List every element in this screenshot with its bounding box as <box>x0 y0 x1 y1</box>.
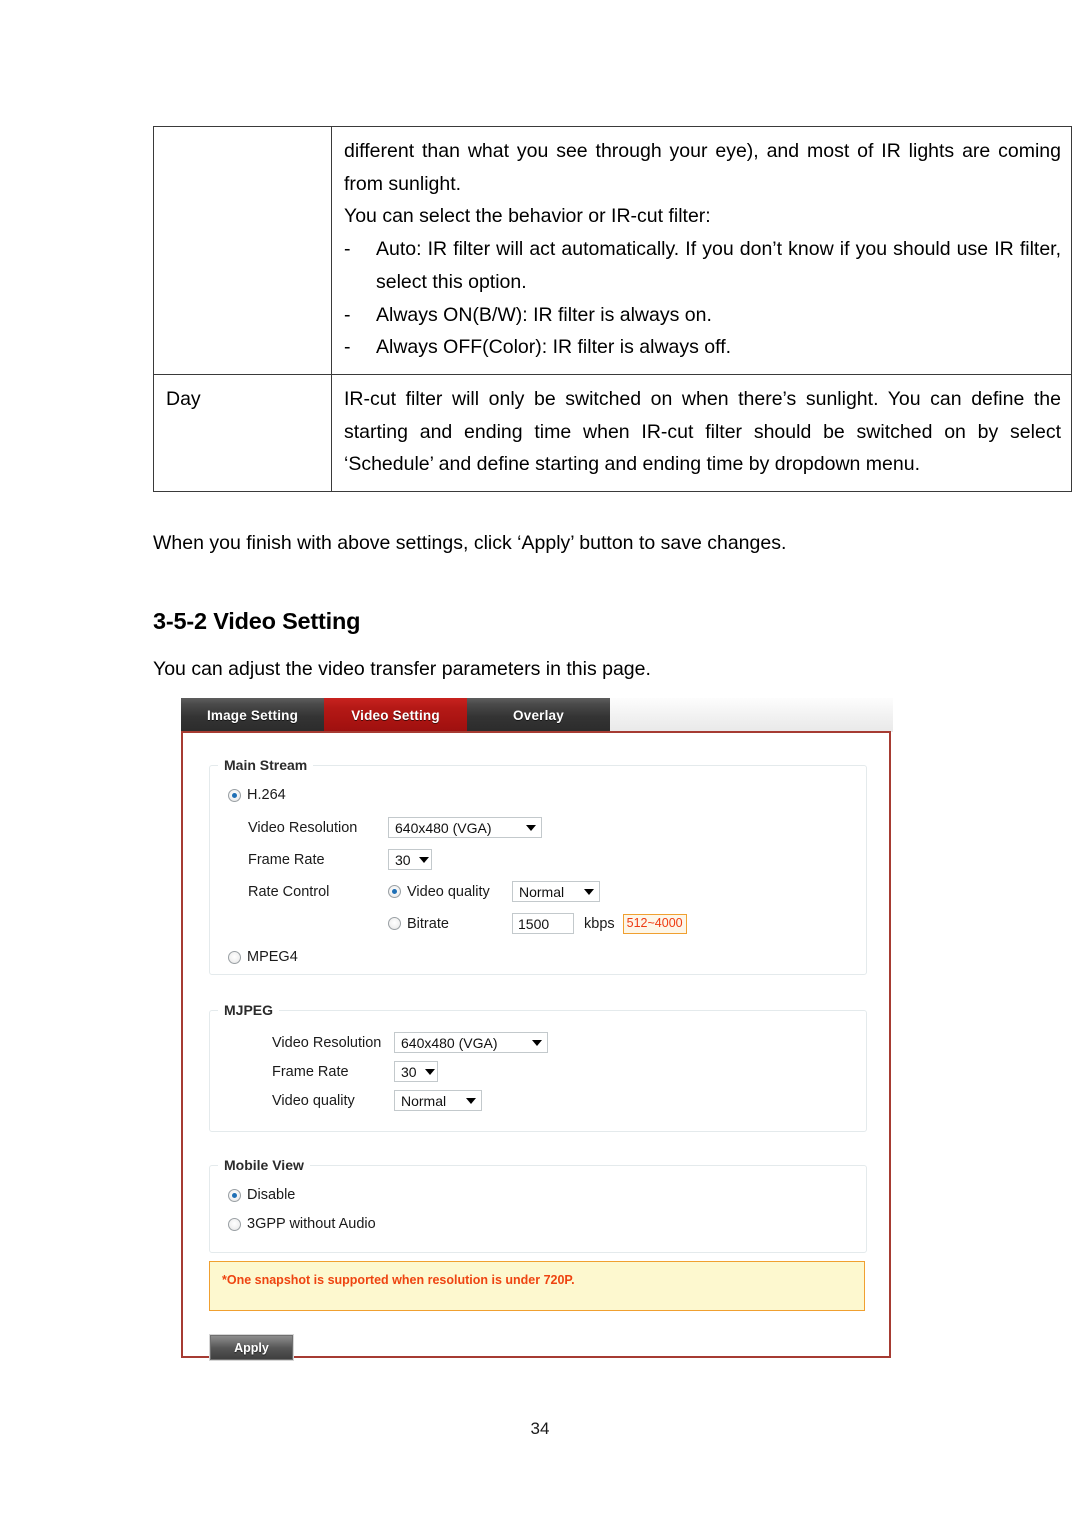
field-video-quality-mjpeg: Video quality Normal <box>272 1090 482 1111</box>
field-rate-control: Rate Control Video quality Normal <box>248 881 600 902</box>
table-cell-label: Day <box>153 373 332 493</box>
list-item: - Always ON(B/W): IR filter is always on… <box>344 299 1061 332</box>
paragraph: IR-cut filter will only be switched on w… <box>344 387 1061 476</box>
chevron-down-icon <box>424 1068 435 1075</box>
table-cell-description: different than what you see through your… <box>331 126 1072 375</box>
document-page: different than what you see through your… <box>0 0 1080 1527</box>
rate-control-label: Rate Control <box>248 883 330 900</box>
field-bitrate: Bitrate 1500 kbps 512~4000 <box>388 913 687 934</box>
radio-mobile-3gpp[interactable]: 3GPP without Audio <box>228 1216 376 1232</box>
paragraph: different than what you see through your… <box>344 140 1061 195</box>
video-quality-select[interactable]: Normal <box>394 1090 482 1111</box>
mobile-view-legend: Mobile View <box>224 1157 304 1173</box>
tab-bar: Image Setting Video Setting Overlay <box>181 698 893 732</box>
radio-video-quality-icon[interactable] <box>388 885 401 898</box>
video-quality-select[interactable]: Normal <box>512 881 600 902</box>
radio-h264-icon <box>228 788 241 802</box>
mjpeg-group: MJPEG Video Resolution 640x480 (VGA) Fra… <box>209 1002 867 1132</box>
list-item: - Auto: IR filter will act automatically… <box>344 233 1061 298</box>
bullet-text: Always ON(B/W): IR filter is always on. <box>376 303 712 326</box>
paragraph: You can select the behavior or IR-cut fi… <box>344 205 711 228</box>
radio-h264[interactable]: H.264 <box>228 787 286 803</box>
field-video-resolution-mjpeg: Video Resolution 640x480 (VGA) <box>272 1032 548 1053</box>
page-title: 3-5-2 Video Setting <box>153 608 361 634</box>
radio-h264-label: H.264 <box>247 787 286 803</box>
list-item: - Always OFF(Color): IR filter is always… <box>344 331 1061 364</box>
camera-web-ui-screenshot: Image Setting Video Setting Overlay Main… <box>181 698 893 1361</box>
paragraph-apply-note: When you finish with above settings, cli… <box>153 532 787 554</box>
radio-mpeg4[interactable]: MPEG4 <box>228 949 298 965</box>
mobile-view-group: Mobile View Disable 3GPP without Audio <box>209 1157 867 1253</box>
video-quality-value: Normal <box>519 883 565 900</box>
snapshot-note: *One snapshot is supported when resoluti… <box>209 1261 865 1311</box>
main-stream-legend: Main Stream <box>224 757 308 773</box>
radio-3gpp-icon <box>228 1217 241 1231</box>
ir-cut-settings-table: different than what you see through your… <box>153 126 1072 493</box>
bitrate-range-hint: 512~4000 <box>622 913 687 934</box>
bitrate-unit-label: kbps <box>584 915 615 932</box>
chevron-down-icon <box>532 1039 542 1046</box>
chevron-down-icon <box>584 888 594 895</box>
radio-mobile-disable[interactable]: Disable <box>228 1187 295 1203</box>
video-resolution-label: Video Resolution <box>248 819 358 836</box>
frame-rate-value: 30 <box>395 851 411 868</box>
video-resolution-label: Video Resolution <box>272 1034 382 1051</box>
frame-rate-label: Frame Rate <box>248 851 325 868</box>
video-resolution-value: 640x480 (VGA) <box>395 819 492 836</box>
main-stream-group: Main Stream H.264 Video Resolution 640x4… <box>209 757 867 975</box>
radio-video-quality-label: Video quality <box>407 883 490 900</box>
radio-disable-icon <box>228 1188 241 1202</box>
radio-bitrate-icon[interactable] <box>388 917 401 930</box>
radio-bitrate-label: Bitrate <box>407 915 449 932</box>
mjpeg-legend: MJPEG <box>224 1002 274 1018</box>
table-row: Day IR-cut filter will only be switched … <box>153 373 1072 493</box>
paragraph-intro: You can adjust the video transfer parame… <box>153 658 651 680</box>
video-resolution-select[interactable]: 640x480 (VGA) <box>394 1032 548 1053</box>
apply-button[interactable]: Apply <box>209 1334 294 1361</box>
video-resolution-select[interactable]: 640x480 (VGA) <box>388 817 542 838</box>
tab-overlay[interactable]: Overlay <box>467 698 610 732</box>
frame-rate-select[interactable]: 30 <box>394 1061 438 1082</box>
tab-image-setting[interactable]: Image Setting <box>181 698 324 732</box>
chevron-down-icon <box>466 1097 476 1104</box>
bullet-dash: - <box>344 238 351 261</box>
tab-list: Image Setting Video Setting Overlay <box>181 698 610 732</box>
field-video-resolution-main: Video Resolution 640x480 (VGA) <box>248 817 542 838</box>
radio-disable-label: Disable <box>247 1187 296 1203</box>
radio-3gpp-label: 3GPP without Audio <box>247 1216 376 1232</box>
bullet-dash: - <box>344 336 351 359</box>
bitrate-input[interactable]: 1500 <box>512 913 574 934</box>
table-cell-description: IR-cut filter will only be switched on w… <box>331 373 1072 493</box>
video-quality-value: Normal <box>401 1092 447 1109</box>
field-frame-rate-main: Frame Rate 30 <box>248 849 432 870</box>
settings-panel: Main Stream H.264 Video Resolution 640x4… <box>181 731 891 1361</box>
page-number: 34 <box>530 1419 550 1438</box>
tab-video-setting[interactable]: Video Setting <box>324 698 467 732</box>
bullet-text: Auto: IR filter will act automatically. … <box>376 238 1061 293</box>
table-cell-label <box>153 126 332 375</box>
bitrate-value: 1500 <box>518 915 550 932</box>
video-resolution-value: 640x480 (VGA) <box>401 1034 498 1051</box>
table-row: different than what you see through your… <box>153 126 1072 375</box>
frame-rate-value: 30 <box>401 1063 417 1080</box>
bullet-text: Always OFF(Color): IR filter is always o… <box>376 336 732 359</box>
video-quality-label: Video quality <box>272 1092 355 1109</box>
radio-mpeg4-label: MPEG4 <box>247 949 298 965</box>
frame-rate-select[interactable]: 30 <box>388 849 432 870</box>
chevron-down-icon <box>418 856 429 863</box>
radio-mpeg4-icon <box>228 950 241 964</box>
frame-rate-label: Frame Rate <box>272 1063 349 1080</box>
bullet-dash: - <box>344 303 351 326</box>
chevron-down-icon <box>526 824 536 831</box>
field-frame-rate-mjpeg: Frame Rate 30 <box>272 1061 438 1082</box>
